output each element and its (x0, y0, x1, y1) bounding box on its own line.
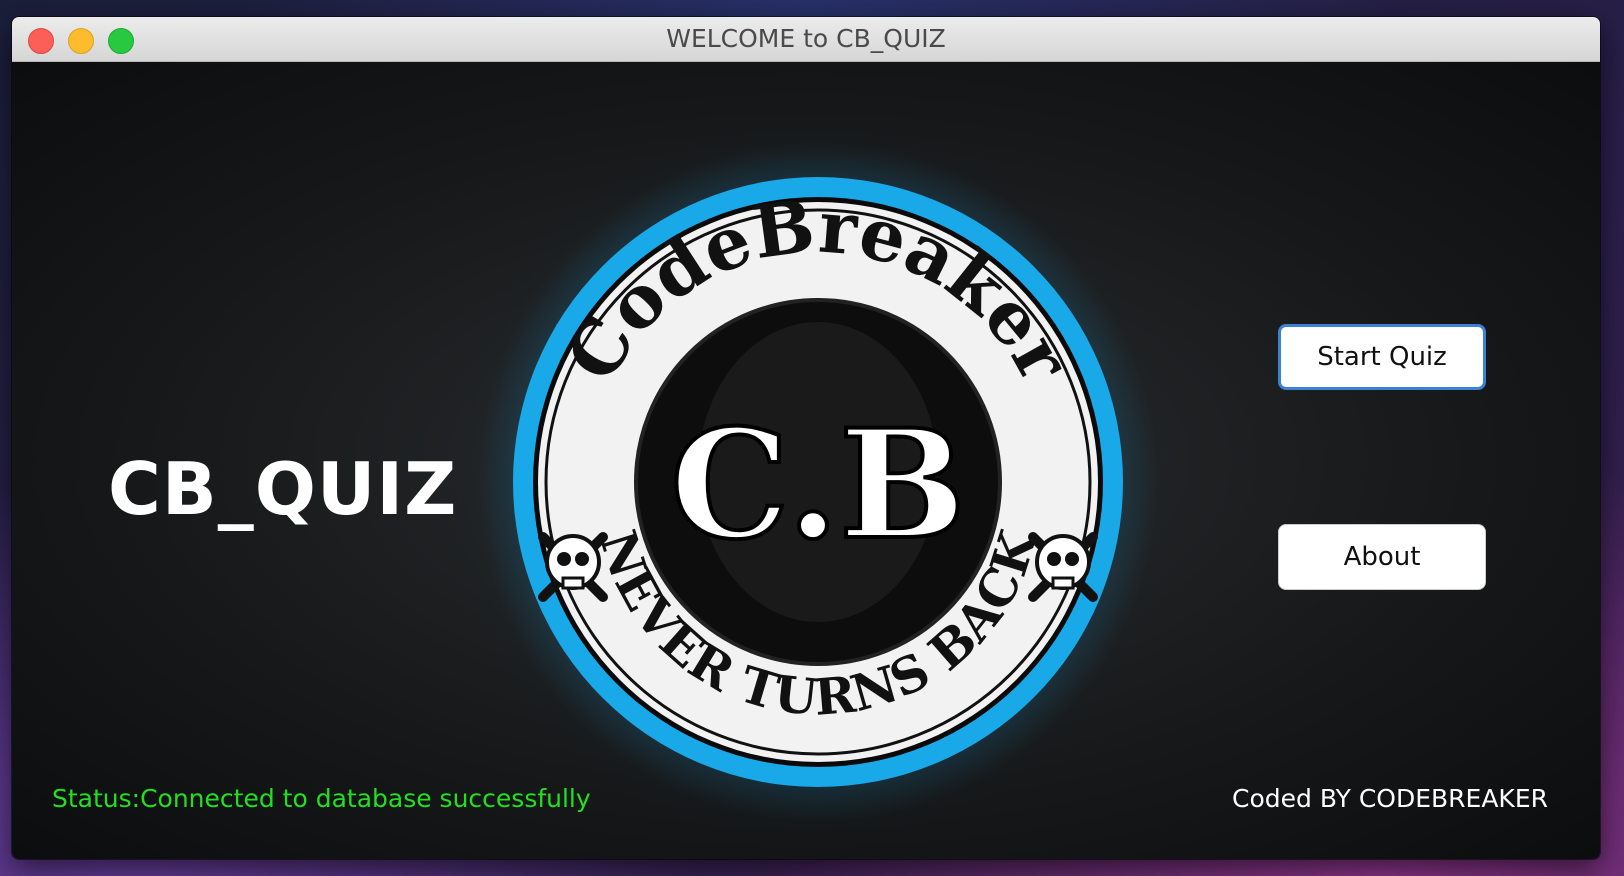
logo-center-text: C.B (670, 397, 966, 573)
status-text: Status:Connected to database successfull… (52, 784, 591, 813)
about-button[interactable]: About (1278, 524, 1486, 590)
title-bar[interactable]: WELCOME to CB_QUIZ (12, 17, 1600, 62)
window-title: WELCOME to CB_QUIZ (666, 24, 946, 53)
app-window: WELCOME to CB_QUIZ CB_QUIZ CodeBreaker N… (12, 17, 1600, 859)
skull-crossbones-icon (538, 532, 608, 602)
main-content: CB_QUIZ CodeBreaker NEVER TURNS BACK C.B… (12, 62, 1600, 859)
app-title: CB_QUIZ (108, 447, 458, 531)
start-quiz-button[interactable]: Start Quiz (1278, 324, 1486, 390)
credit-text: Coded BY CODEBREAKER (1232, 784, 1548, 813)
codebreaker-logo: CodeBreaker NEVER TURNS BACK C.B (478, 142, 1158, 822)
skull-crossbones-icon (1028, 532, 1098, 602)
